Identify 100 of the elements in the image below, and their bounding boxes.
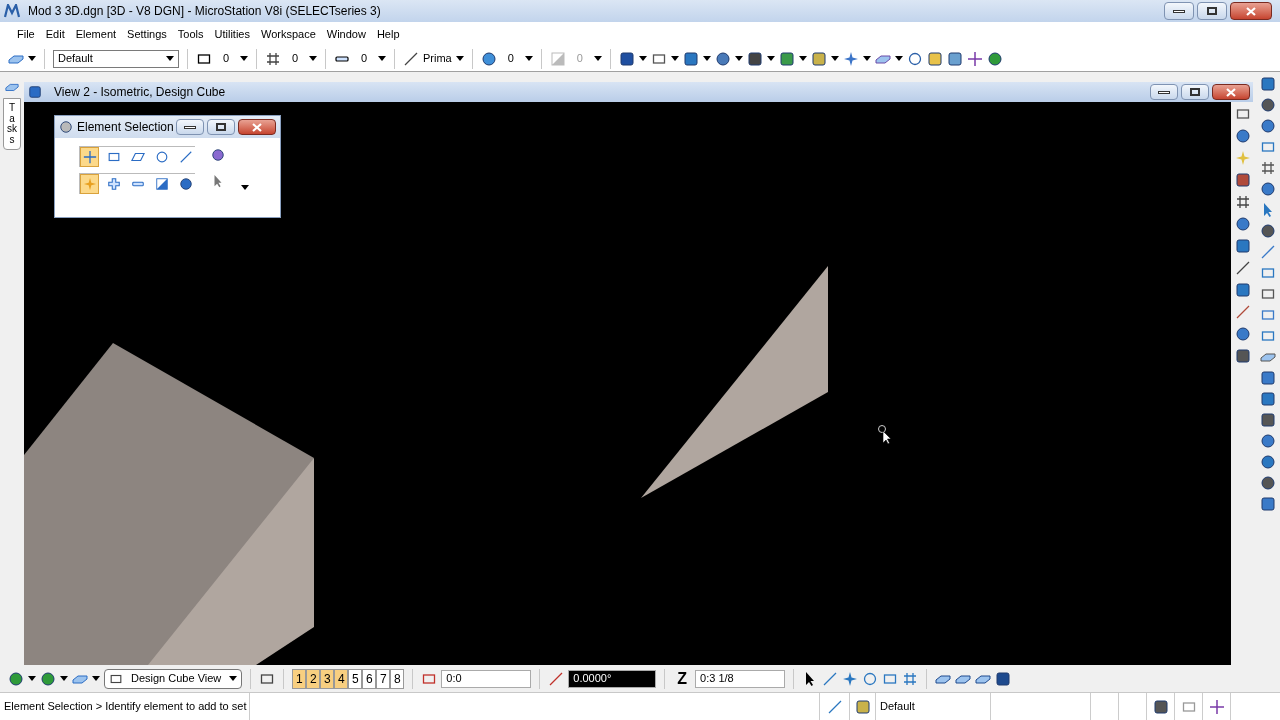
view-control-icon[interactable] — [1259, 475, 1276, 491]
view-canvas[interactable]: Element Selection — [24, 102, 1231, 665]
view-tool-icon[interactable] — [1235, 348, 1251, 364]
view-control-icon[interactable] — [1259, 118, 1276, 134]
close-button[interactable] — [1230, 2, 1272, 20]
color-value[interactable]: 0 — [216, 50, 236, 67]
style-value[interactable]: 0 — [285, 50, 305, 67]
menu-item[interactable]: Workspace — [255, 25, 321, 43]
caret-icon[interactable] — [240, 56, 248, 61]
caret-icon[interactable] — [92, 676, 100, 681]
caret-icon[interactable] — [60, 676, 68, 681]
view-control-icon[interactable] — [1259, 370, 1276, 386]
caret-icon[interactable] — [241, 185, 249, 190]
view-tool-icon[interactable] — [1235, 326, 1251, 342]
view-tool-icon[interactable] — [1235, 260, 1251, 276]
view-control-icon[interactable] — [1259, 286, 1276, 302]
view-number-button[interactable]: 1 — [292, 668, 307, 689]
caret-icon[interactable] — [862, 56, 871, 61]
view-control-icon[interactable] — [1259, 496, 1276, 512]
view-number-button[interactable]: 7 — [376, 668, 391, 689]
view-number-button[interactable]: 5 — [348, 668, 363, 689]
caret-icon[interactable] — [702, 56, 711, 61]
view-control-icon[interactable] — [1259, 307, 1276, 323]
level-dropdown[interactable]: Default — [53, 49, 179, 68]
caret-icon[interactable] — [670, 56, 679, 61]
view-tool-icon[interactable] — [1235, 216, 1251, 232]
view-control-icon[interactable] — [1259, 223, 1276, 239]
caret-icon[interactable] — [894, 56, 903, 61]
view-control-icon[interactable] — [1259, 181, 1276, 197]
menu-item[interactable]: Settings — [122, 25, 172, 43]
tasks-tab[interactable]: Tasks — [3, 98, 21, 150]
menu-item[interactable]: File — [12, 25, 40, 43]
view-control-icon[interactable] — [1259, 412, 1276, 428]
view-tool-icon[interactable] — [1235, 282, 1251, 298]
view-number-button[interactable]: 2 — [306, 668, 321, 689]
restore-button[interactable] — [1181, 84, 1209, 100]
position-field[interactable]: 0:0 — [441, 669, 532, 688]
view-control-icon[interactable] — [1259, 76, 1276, 92]
restore-button[interactable] — [207, 119, 235, 135]
caret-icon[interactable] — [798, 56, 807, 61]
tool-icon[interactable] — [946, 50, 963, 67]
weight-value[interactable]: 0 — [354, 50, 374, 67]
menu-item[interactable]: Tools — [172, 25, 209, 43]
menu-item[interactable]: Help — [371, 25, 405, 43]
transparency-value[interactable]: 0 — [500, 50, 521, 67]
view-tool-icon[interactable] — [1235, 106, 1251, 122]
angle-field[interactable]: 0.0000° — [568, 669, 657, 688]
view-tool-icon[interactable] — [1235, 238, 1251, 254]
caret-icon[interactable] — [28, 676, 36, 681]
line-style-icon[interactable] — [265, 50, 281, 67]
caret-icon[interactable] — [28, 56, 36, 61]
caret-icon[interactable] — [309, 56, 317, 61]
tool-icon[interactable] — [618, 50, 635, 67]
active-level[interactable]: Default — [875, 693, 990, 720]
caret-icon[interactable] — [593, 56, 602, 61]
view-control-icon[interactable] — [1259, 454, 1276, 470]
class-value[interactable]: Prima — [423, 50, 452, 67]
view-control-icon[interactable] — [1259, 97, 1276, 113]
class-icon[interactable] — [403, 50, 419, 67]
tool-icon[interactable] — [926, 50, 943, 67]
tool-icon[interactable] — [746, 50, 763, 67]
view-number-button[interactable]: 4 — [334, 668, 349, 689]
tool-icon[interactable] — [714, 50, 731, 67]
caret-icon[interactable] — [734, 56, 743, 61]
clear-icon[interactable] — [211, 148, 225, 162]
close-button[interactable] — [238, 119, 276, 135]
view-control-icon[interactable] — [1259, 265, 1276, 281]
view-tool-icon[interactable] — [1235, 194, 1251, 210]
caret-icon[interactable] — [766, 56, 775, 61]
minimize-button[interactable] — [1150, 84, 1178, 100]
transparency-icon[interactable] — [480, 50, 497, 67]
menu-item[interactable]: Utilities — [209, 25, 255, 43]
caret-icon[interactable] — [166, 56, 174, 61]
view-control-icon[interactable] — [1259, 244, 1276, 260]
view-number-button[interactable]: 6 — [362, 668, 377, 689]
view-control-icon[interactable] — [1259, 328, 1276, 344]
tool-icon[interactable] — [986, 50, 1003, 67]
caret-icon[interactable] — [524, 56, 533, 61]
minimize-button[interactable] — [176, 119, 204, 135]
caret-icon[interactable] — [638, 56, 647, 61]
menu-item[interactable]: Edit — [40, 25, 70, 43]
caret-icon[interactable] — [455, 56, 464, 61]
caret-icon[interactable] — [378, 56, 386, 61]
tool-icon[interactable] — [810, 50, 827, 67]
view-number-button[interactable]: 8 — [390, 668, 405, 689]
close-button[interactable] — [1212, 84, 1250, 100]
view-control-icon[interactable] — [1259, 160, 1276, 176]
view-tool-icon[interactable] — [1235, 128, 1251, 144]
minimize-button[interactable] — [1164, 2, 1194, 20]
view-tool-icon[interactable] — [1235, 172, 1251, 188]
view-control-icon[interactable] — [1259, 391, 1276, 407]
solid-tool-icon[interactable] — [995, 670, 1012, 687]
caret-icon[interactable] — [229, 676, 238, 681]
view-tool-icon[interactable] — [1235, 304, 1251, 320]
tool-icon[interactable] — [778, 50, 795, 67]
caret-icon[interactable] — [830, 56, 839, 61]
depth-field[interactable]: 0:3 1/8 — [695, 669, 786, 688]
view-control-icon[interactable] — [1259, 139, 1276, 155]
menu-item[interactable]: Window — [321, 25, 371, 43]
restore-button[interactable] — [1197, 2, 1227, 20]
